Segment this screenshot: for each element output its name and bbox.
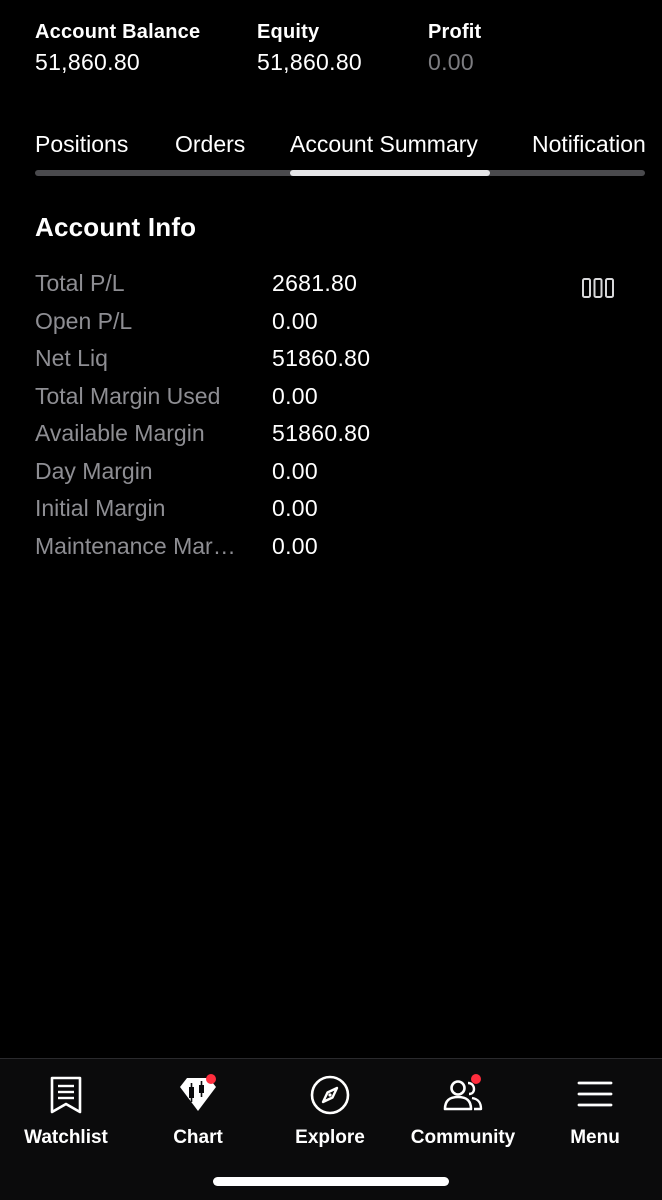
chart-icon — [176, 1073, 220, 1117]
home-indicator[interactable] — [213, 1177, 449, 1186]
tab-account-summary[interactable]: Account Summary — [290, 128, 478, 160]
account-balance-value: 51,860.80 — [35, 49, 141, 75]
account-info-title: Account Info — [35, 212, 197, 242]
equity-label: Equity — [257, 21, 320, 43]
nav-explore[interactable]: Explore — [264, 1069, 396, 1159]
profit-block: Profit 0.00 — [428, 20, 481, 77]
info-label: Total P/L — [35, 270, 125, 296]
info-label: Day Margin — [35, 457, 153, 484]
info-label: Open P/L — [35, 307, 133, 334]
tab-bar: Positions Orders Account Summary Notific… — [35, 128, 645, 178]
info-value: 0.00 — [272, 457, 318, 484]
tab-orders[interactable]: Orders — [175, 128, 245, 160]
info-value: 51860.80 — [272, 420, 371, 446]
info-label: Available Margin — [35, 420, 205, 446]
nav-label: Chart — [173, 1127, 223, 1148]
info-row-net-liq: Net Liq 51860.80 — [35, 340, 455, 378]
account-balance-label: Account Balance — [35, 21, 201, 43]
nav-label: Menu — [570, 1127, 620, 1148]
info-value: 51860.80 — [272, 345, 371, 371]
info-row-open-pl: Open P/L 0.00 — [35, 303, 455, 341]
info-value: 0.00 — [272, 532, 318, 559]
info-row-total-margin-used: Total Margin Used 0.00 — [35, 378, 455, 416]
chart-notification-badge — [206, 1074, 216, 1084]
nav-label: Watchlist — [24, 1127, 108, 1148]
info-value: 2681.80 — [272, 270, 358, 296]
watchlist-icon — [44, 1073, 88, 1117]
nav-label: Explore — [295, 1127, 365, 1148]
account-info-list: Total P/L 2681.80 Open P/L 0.00 Net Liq … — [35, 265, 455, 565]
info-row-day-margin: Day Margin 0.00 — [35, 453, 455, 491]
active-tab-indicator — [290, 170, 490, 176]
info-row-available-margin: Available Margin 51860.80 — [35, 415, 455, 453]
community-icon — [441, 1073, 485, 1117]
equity-value: 51,860.80 — [257, 49, 363, 75]
nav-chart[interactable]: Chart — [132, 1069, 264, 1159]
account-balance-block: Account Balance 51,860.80 — [35, 20, 200, 77]
info-label: Net Liq — [35, 345, 108, 371]
tab-positions[interactable]: Positions — [35, 128, 128, 160]
nav-watchlist[interactable]: Watchlist — [0, 1069, 132, 1159]
tab-notifications[interactable]: Notifications — [532, 128, 645, 160]
info-value: 0.00 — [272, 307, 318, 334]
profit-value: 0.00 — [428, 49, 474, 75]
profit-label: Profit — [428, 21, 482, 43]
info-row-initial-margin: Initial Margin 0.00 — [35, 490, 455, 528]
community-notification-badge — [471, 1074, 481, 1084]
info-value: 0.00 — [272, 495, 318, 521]
nav-label: Community — [410, 1127, 516, 1148]
info-row-total-pl: Total P/L 2681.80 — [35, 265, 455, 303]
info-label: Total Margin Used — [35, 382, 221, 409]
info-label: Maintenance Margin — [35, 532, 240, 559]
equity-block: Equity 51,860.80 — [257, 20, 362, 77]
info-label: Initial Margin — [35, 495, 166, 521]
columns-icon[interactable] — [581, 276, 615, 300]
columns-icon-svg — [582, 278, 614, 298]
info-row-maintenance-margin: Maintenance Margin 0.00 — [35, 528, 455, 566]
compass-icon — [308, 1073, 352, 1117]
info-value: 0.00 — [272, 382, 318, 409]
nav-menu[interactable]: Menu — [529, 1069, 661, 1159]
menu-icon — [573, 1073, 617, 1117]
nav-community[interactable]: Community — [397, 1069, 529, 1159]
account-summary-header: Account Balance 51,860.80 Equity 51,860.… — [35, 20, 662, 80]
